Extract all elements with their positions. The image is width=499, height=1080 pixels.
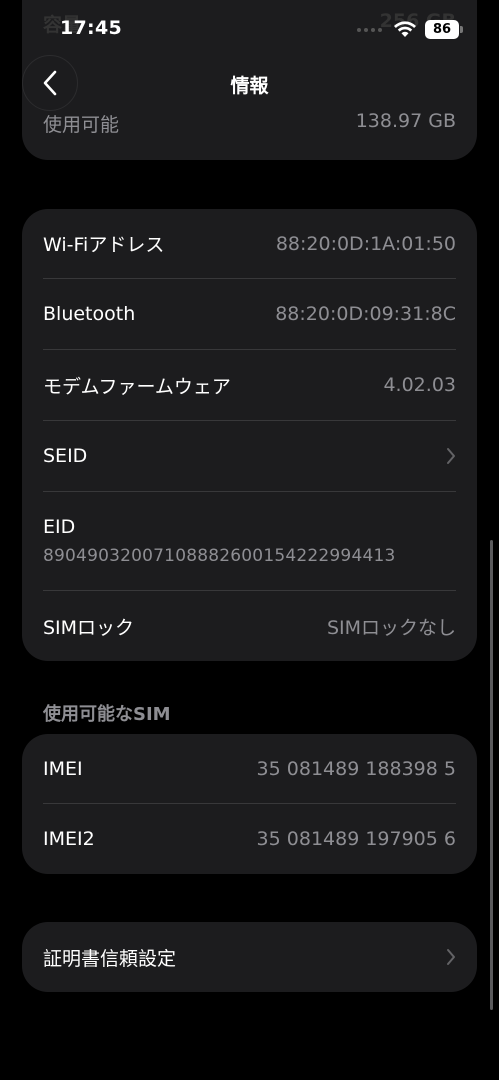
battery-icon: 86 bbox=[425, 20, 459, 39]
imei-value: 35 081489 188398 5 bbox=[256, 757, 456, 780]
imei2-label: IMEI2 bbox=[43, 828, 95, 850]
bluetooth-label: Bluetooth bbox=[43, 303, 136, 325]
imei2-value: 35 081489 197905 6 bbox=[256, 828, 456, 850]
page-title: 情報 bbox=[230, 75, 269, 97]
available-label: 使用可能 bbox=[43, 114, 120, 136]
sim-lock-label: SIMロック bbox=[43, 616, 135, 639]
section-header-available-sim: 使用可能なSIM bbox=[43, 704, 171, 725]
wifi-icon bbox=[394, 21, 416, 37]
imei-label: IMEI bbox=[43, 757, 83, 780]
bluetooth-value: 88:20:0D:09:31:8C bbox=[275, 303, 456, 325]
eid-value: 89049032007108882600154222994413 bbox=[43, 546, 396, 566]
bluetooth-row[interactable]: Bluetooth 88:20:0D:09:31:8C bbox=[22, 279, 477, 349]
status-bar: 17:45 86 bbox=[0, 0, 499, 60]
certificate-card: 証明書信頼設定 bbox=[22, 922, 477, 992]
wifi-address-label: Wi-Fiアドレス bbox=[43, 234, 165, 256]
status-time: 17:45 bbox=[60, 17, 122, 39]
battery-nub bbox=[460, 26, 463, 33]
imei2-row[interactable]: IMEI2 35 081489 197905 6 bbox=[22, 804, 477, 874]
sim-card: IMEI 35 081489 188398 5 IMEI2 35 081489 … bbox=[22, 734, 477, 874]
screen: 17:45 86 情報 容量 256 GB 使用可能 138.97 GB Wi-… bbox=[0, 0, 499, 1080]
certificate-trust-settings-label: 証明書信頼設定 bbox=[43, 947, 177, 970]
available-row: 使用可能 138.97 GB bbox=[43, 110, 456, 137]
sim-lock-value: SIMロックなし bbox=[326, 616, 456, 639]
signal-dots-icon bbox=[357, 28, 382, 32]
network-card: Wi-Fiアドレス 88:20:0D:1A:01:50 Bluetooth 88… bbox=[22, 209, 477, 661]
chevron-right-icon bbox=[447, 448, 455, 464]
seid-row[interactable]: SEID bbox=[22, 421, 477, 491]
seid-label: SEID bbox=[43, 445, 88, 467]
eid-row[interactable]: EID 89049032007108882600154222994413 bbox=[22, 492, 477, 590]
scroll-indicator[interactable] bbox=[490, 540, 493, 1010]
certificate-trust-settings-row[interactable]: 証明書信頼設定 bbox=[22, 922, 477, 992]
chevron-right-icon bbox=[447, 949, 455, 965]
wifi-address-row[interactable]: Wi-Fiアドレス 88:20:0D:1A:01:50 bbox=[22, 209, 477, 278]
eid-label: EID bbox=[43, 516, 76, 538]
available-value: 138.97 GB bbox=[355, 110, 456, 132]
modem-firmware-value: 4.02.03 bbox=[383, 374, 456, 396]
imei-row[interactable]: IMEI 35 081489 188398 5 bbox=[22, 734, 477, 803]
modem-firmware-label: モデムファームウェア bbox=[43, 375, 231, 398]
battery-level: 86 bbox=[432, 22, 452, 37]
sim-lock-row[interactable]: SIMロック SIMロックなし bbox=[22, 591, 477, 661]
wifi-address-value: 88:20:0D:1A:01:50 bbox=[275, 232, 456, 255]
modem-firmware-row[interactable]: モデムファームウェア 4.02.03 bbox=[22, 350, 477, 420]
